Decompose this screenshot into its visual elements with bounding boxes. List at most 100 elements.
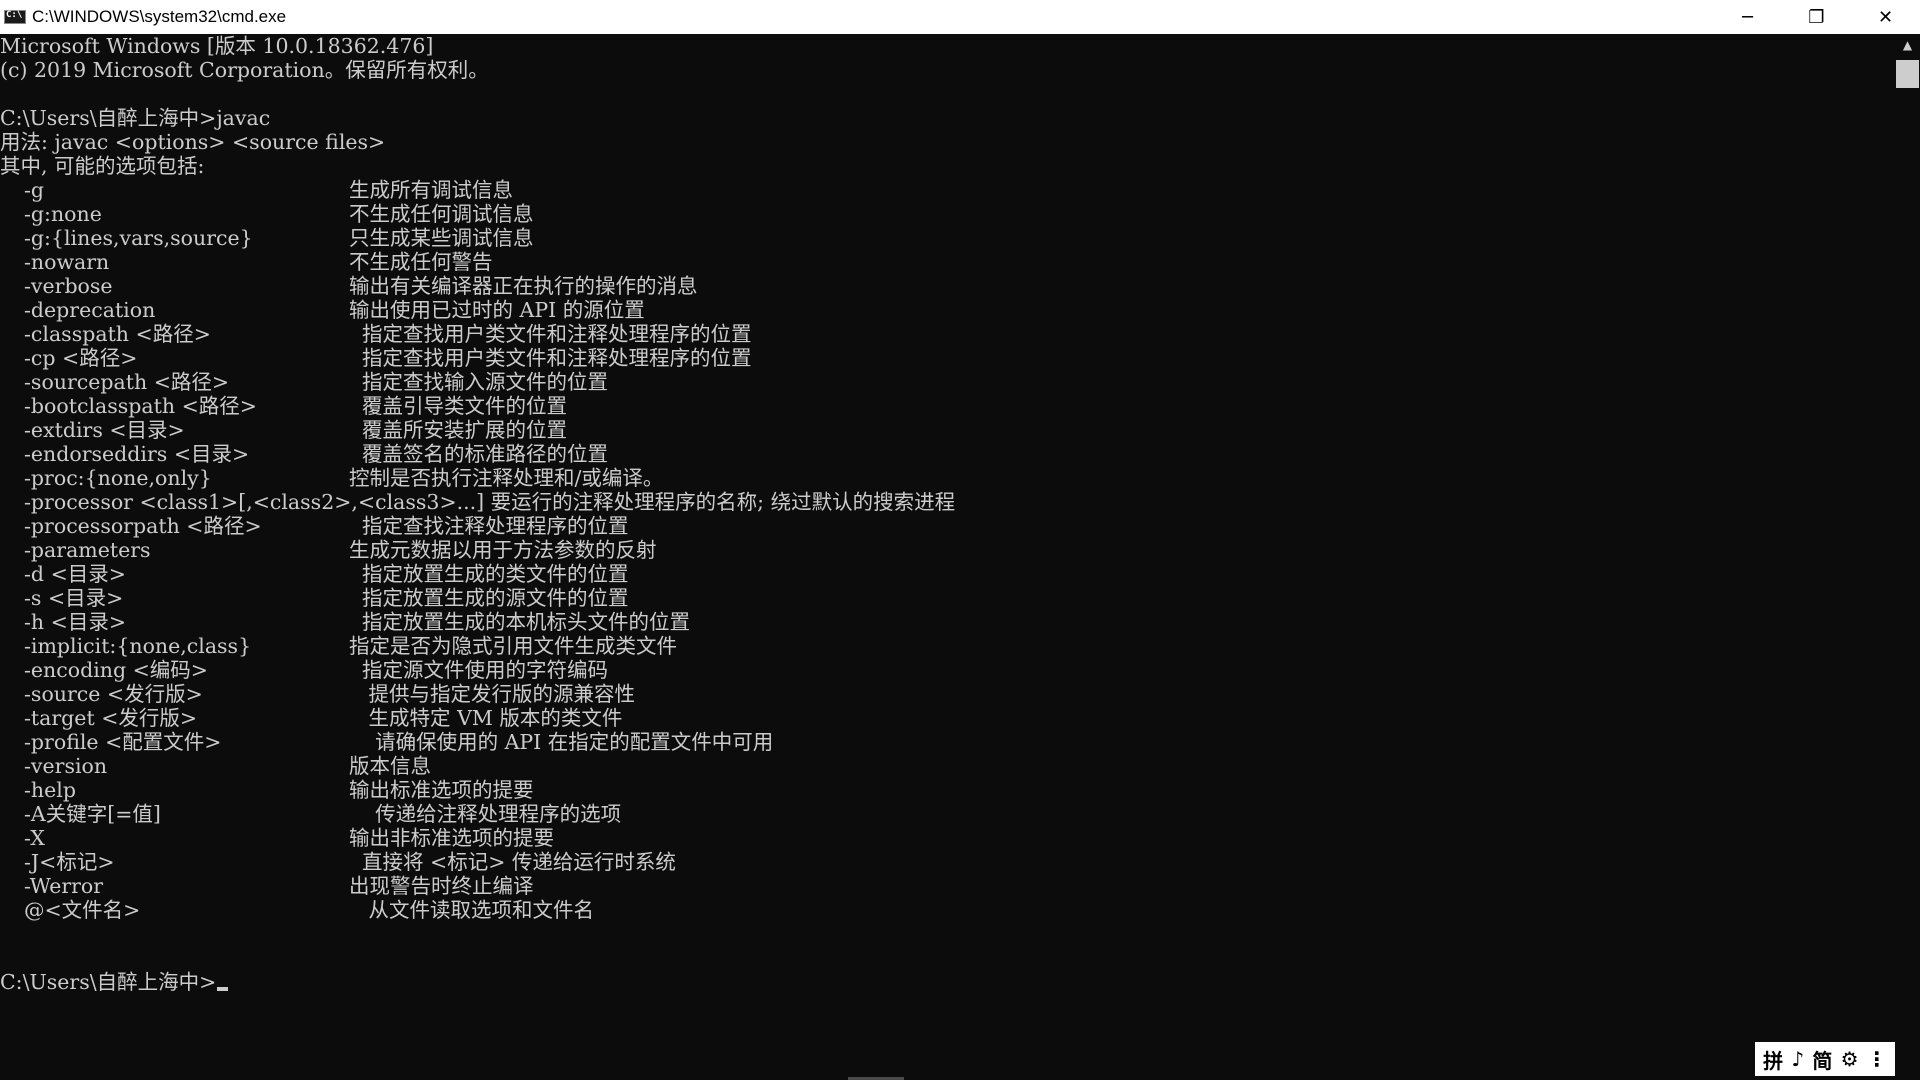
option-description: 指定放置生成的本机标头文件的位置 xyxy=(349,610,691,634)
ime-toolbar[interactable]: 拼 ♪ 简 ⚙ ⋮ xyxy=(1755,1042,1895,1076)
option-description: 覆盖所安装扩展的位置 xyxy=(349,418,568,442)
option-description: 指定查找输入源文件的位置 xyxy=(349,370,609,394)
option-flag: -J<标记> xyxy=(24,850,115,874)
option-row: -h <目录> 指定放置生成的本机标头文件的位置 xyxy=(0,610,1895,634)
option-row: -g 生成所有调试信息 xyxy=(0,178,1895,202)
option-row: -deprecation 输出使用已过时的 API 的源位置 xyxy=(0,298,1895,322)
option-description: 指定查找用户类文件和注释处理程序的位置 xyxy=(349,322,752,346)
ime-simplified-icon[interactable]: 简 xyxy=(1812,1045,1832,1074)
option-row: -endorseddirs <目录> 覆盖签名的标准路径的位置 xyxy=(0,442,1895,466)
restore-button[interactable]: ❐ xyxy=(1782,0,1851,34)
close-button[interactable]: ✕ xyxy=(1851,0,1920,34)
option-flag: -g:none xyxy=(24,202,102,226)
option-description: 指定源文件使用的字符编码 xyxy=(349,658,609,682)
option-row: -g:{lines,vars,source} 只生成某些调试信息 xyxy=(0,226,1895,250)
option-row: -version 版本信息 xyxy=(0,754,1895,778)
option-flag: -cp <路径> xyxy=(24,346,138,370)
option-description: 传递给注释处理程序的选项 xyxy=(349,802,622,826)
option-description: 指定是否为隐式引用文件生成类文件 xyxy=(349,634,677,658)
option-flag: -parameters xyxy=(24,538,151,562)
prompt-text: C:\Users\自醉上海中> xyxy=(0,970,217,994)
option-flag: -extdirs <目录> xyxy=(24,418,185,442)
option-flag: -classpath <路径> xyxy=(24,322,211,346)
option-description: 覆盖引导类文件的位置 xyxy=(349,394,568,418)
option-flag: -processor <class1>[,<class2>,<class3>..… xyxy=(24,490,956,514)
option-description: 指定放置生成的类文件的位置 xyxy=(349,562,629,586)
option-row: -encoding <编码> 指定源文件使用的字符编码 xyxy=(0,658,1895,682)
usage-line: 用法: javac <options> <source files> xyxy=(0,130,386,154)
scroll-up-arrow-icon[interactable]: ▲ xyxy=(1895,38,1920,56)
option-flag: -processorpath <路径> xyxy=(24,514,262,538)
option-flag: -sourcepath <路径> xyxy=(24,370,230,394)
minimize-button[interactable]: ─ xyxy=(1713,0,1782,34)
vertical-scrollbar[interactable]: ▲ xyxy=(1895,34,1920,1080)
option-row: @<文件名> 从文件读取选项和文件名 xyxy=(0,898,1895,922)
options-intro: 其中, 可能的选项包括: xyxy=(0,154,205,178)
option-description: 只生成某些调试信息 xyxy=(349,226,534,250)
option-row: -nowarn 不生成任何警告 xyxy=(0,250,1895,274)
option-description: 输出非标准选项的提要 xyxy=(349,826,554,850)
option-row: -help 输出标准选项的提要 xyxy=(0,778,1895,802)
window-title: C:\WINDOWS\system32\cmd.exe xyxy=(32,7,287,26)
option-flag: -g:{lines,vars,source} xyxy=(24,226,253,250)
option-flag: -implicit:{none,class} xyxy=(24,634,252,658)
option-row: -Werror 出现警告时终止编译 xyxy=(0,874,1895,898)
option-flag: -A关键字[=值] xyxy=(24,802,161,826)
option-flag: -source <发行版> xyxy=(24,682,203,706)
option-flag: -profile <配置文件> xyxy=(24,730,222,754)
option-row: -J<标记> 直接将 <标记> 传递给运行时系统 xyxy=(0,850,1895,874)
ime-settings-icon[interactable]: ⚙ xyxy=(1841,1047,1859,1071)
option-flag: -verbose xyxy=(24,274,113,298)
command-line: C:\Users\自醉上海中>javac xyxy=(0,106,271,130)
option-description: 直接将 <标记> 传递给运行时系统 xyxy=(349,850,676,874)
window-controls: ─ ❐ ✕ xyxy=(1713,0,1920,34)
option-flag: -Werror xyxy=(24,874,104,898)
option-flag: -nowarn xyxy=(24,250,110,274)
option-description: 提供与指定发行版的源兼容性 xyxy=(349,682,636,706)
option-description: 生成特定 VM 版本的类文件 xyxy=(349,706,623,730)
ime-pinyin-icon[interactable]: 拼 xyxy=(1763,1045,1783,1074)
option-flag: -version xyxy=(24,754,108,778)
option-row: -classpath <路径> 指定查找用户类文件和注释处理程序的位置 xyxy=(0,322,1895,346)
option-description: 输出有关编译器正在执行的操作的消息 xyxy=(349,274,698,298)
option-flag: -h <目录> xyxy=(24,610,126,634)
option-row: -bootclasspath <路径> 覆盖引导类文件的位置 xyxy=(0,394,1895,418)
option-flag: -help xyxy=(24,778,76,802)
option-description: 出现警告时终止编译 xyxy=(349,874,534,898)
option-row: -d <目录> 指定放置生成的类文件的位置 xyxy=(0,562,1895,586)
option-description: 指定查找用户类文件和注释处理程序的位置 xyxy=(349,346,752,370)
prompt-line[interactable]: C:\Users\自醉上海中> xyxy=(0,970,1895,994)
option-flag: -endorseddirs <目录> xyxy=(24,442,250,466)
option-row: -profile <配置文件> 请确保使用的 API 在指定的配置文件中可用 xyxy=(0,730,1895,754)
option-description: 版本信息 xyxy=(349,754,431,778)
title-bar[interactable]: C:\WINDOWS\system32\cmd.exe ─ ❐ ✕ xyxy=(0,0,1920,34)
cmd-app-icon[interactable] xyxy=(4,10,26,24)
ime-punctuation-icon[interactable]: ♪ xyxy=(1791,1047,1804,1071)
option-row: -X 输出非标准选项的提要 xyxy=(0,826,1895,850)
option-flag: -deprecation xyxy=(24,298,156,322)
console-output[interactable]: Microsoft Windows [版本 10.0.18362.476] (c… xyxy=(0,34,1895,1080)
option-description: 输出标准选项的提要 xyxy=(349,778,534,802)
option-description: 不生成任何调试信息 xyxy=(349,202,534,226)
option-row: -processorpath <路径> 指定查找注释处理程序的位置 xyxy=(0,514,1895,538)
option-row: -g:none 不生成任何调试信息 xyxy=(0,202,1895,226)
ime-more-icon[interactable]: ⋮ xyxy=(1867,1047,1887,1071)
option-flag: -g xyxy=(24,178,45,202)
option-row: -A关键字[=值] 传递给注释处理程序的选项 xyxy=(0,802,1895,826)
option-row: -parameters 生成元数据以用于方法参数的反射 xyxy=(0,538,1895,562)
option-description: 请确保使用的 API 在指定的配置文件中可用 xyxy=(349,730,774,754)
option-description: 指定查找注释处理程序的位置 xyxy=(349,514,629,538)
option-row: -s <目录> 指定放置生成的源文件的位置 xyxy=(0,586,1895,610)
console-line: (c) 2019 Microsoft Corporation。保留所有权利。 xyxy=(0,58,489,82)
option-row: -source <发行版> 提供与指定发行版的源兼容性 xyxy=(0,682,1895,706)
option-description: 输出使用已过时的 API 的源位置 xyxy=(349,298,645,322)
option-row: -implicit:{none,class} 指定是否为隐式引用文件生成类文件 xyxy=(0,634,1895,658)
option-row: -verbose 输出有关编译器正在执行的操作的消息 xyxy=(0,274,1895,298)
option-flag: -d <目录> xyxy=(24,562,126,586)
option-description: 生成元数据以用于方法参数的反射 xyxy=(349,538,657,562)
option-flag: -proc:{none,only} xyxy=(24,466,212,490)
scroll-thumb[interactable] xyxy=(1896,60,1919,88)
